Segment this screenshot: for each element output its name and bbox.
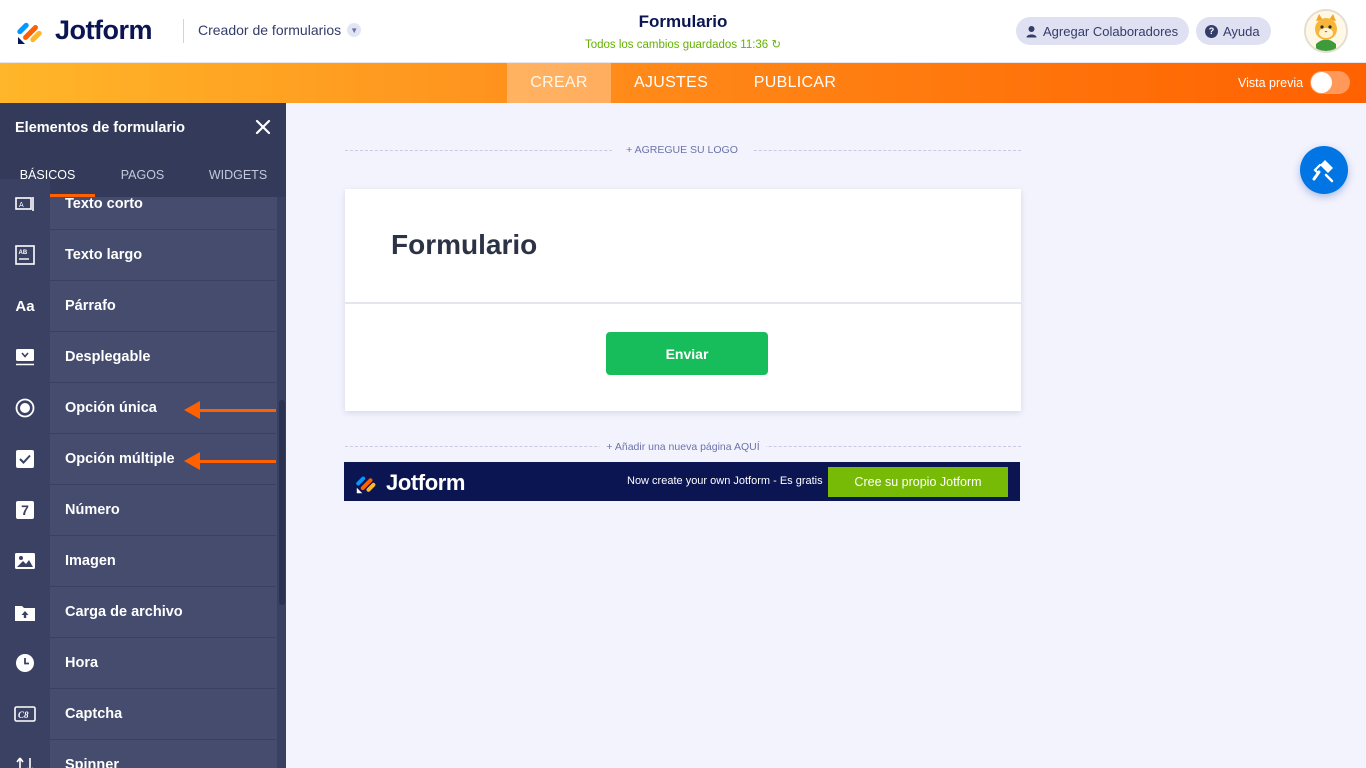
svg-text:AB: AB bbox=[19, 250, 28, 256]
panel-title: Elementos de formulario bbox=[15, 120, 186, 136]
panel-header: Elementos de formulario bbox=[0, 103, 286, 153]
element-label: Opción múltiple bbox=[65, 451, 175, 467]
banner-text: Now create your own Jotform - Es gratis bbox=[627, 475, 823, 487]
add-logo-link[interactable]: + AGREGUE SU LOGO bbox=[612, 144, 752, 156]
dropdown-icon bbox=[0, 332, 50, 382]
element-label: Número bbox=[65, 502, 120, 518]
element-paragraph[interactable]: Aa Párrafo bbox=[0, 281, 276, 332]
element-image[interactable]: Imagen bbox=[0, 536, 276, 587]
help-label: Ayuda bbox=[1223, 23, 1260, 39]
element-label: Texto corto bbox=[65, 196, 143, 212]
form-designer-button[interactable] bbox=[1300, 146, 1348, 194]
long-text-icon: AB bbox=[0, 230, 50, 280]
checkbox-icon bbox=[0, 434, 50, 484]
avatar-cat-icon bbox=[1306, 11, 1346, 51]
close-icon[interactable] bbox=[254, 118, 272, 136]
element-number[interactable]: 7 Número bbox=[0, 485, 276, 536]
paragraph-glyph: Aa bbox=[15, 297, 35, 315]
file-upload-icon bbox=[0, 587, 50, 637]
preview-label: Vista previa bbox=[1238, 76, 1304, 90]
element-dropdown[interactable]: Desplegable bbox=[0, 332, 276, 383]
user-icon bbox=[1026, 25, 1037, 37]
element-label: Opción única bbox=[65, 400, 157, 416]
form-card: Formulario Enviar bbox=[345, 189, 1021, 411]
jotform-logo-icon bbox=[356, 476, 376, 494]
banner-logo[interactable]: Jotform bbox=[356, 470, 465, 496]
tab-crear[interactable]: CREAR bbox=[507, 63, 611, 103]
submit-button[interactable]: Enviar bbox=[606, 332, 768, 375]
add-collaborators-button[interactable]: Agregar Colaboradores bbox=[1016, 17, 1190, 45]
tab-publicar[interactable]: PUBLICAR bbox=[745, 63, 845, 103]
element-label: Desplegable bbox=[65, 349, 151, 365]
paragraph-icon: Aa bbox=[0, 281, 50, 331]
number-glyph: 7 bbox=[16, 501, 34, 519]
create-jotform-button[interactable]: Cree su propio Jotform bbox=[828, 467, 1008, 497]
panel-scrollbar-thumb[interactable] bbox=[279, 400, 285, 605]
annotation-arrow-single-choice bbox=[184, 401, 276, 419]
paint-roller-icon bbox=[1312, 160, 1334, 183]
form-heading[interactable]: Formulario bbox=[391, 229, 537, 261]
jotform-banner: Jotform Now create your own Jotform - Es… bbox=[344, 462, 1020, 501]
form-elements-panel: Elementos de formulario BÁSICOS PAGOS WI… bbox=[0, 103, 286, 768]
svg-text:C8: C8 bbox=[18, 710, 29, 720]
element-long-text[interactable]: AB Texto largo bbox=[0, 230, 276, 281]
element-captcha[interactable]: C8 Captcha bbox=[0, 689, 276, 740]
banner-brand: Jotform bbox=[386, 470, 466, 495]
element-label: Texto largo bbox=[65, 247, 143, 263]
help-button[interactable]: ? Ayuda bbox=[1196, 17, 1271, 45]
spinner-icon bbox=[0, 740, 50, 768]
element-label: Hora bbox=[65, 655, 99, 671]
toggle-knob bbox=[1311, 72, 1332, 93]
image-icon bbox=[0, 536, 50, 586]
element-short-text[interactable]: A Texto corto bbox=[0, 179, 276, 230]
element-label: Imagen bbox=[65, 553, 116, 569]
tab-ajustes[interactable]: AJUSTES bbox=[626, 63, 716, 103]
captcha-icon: C8 bbox=[0, 689, 50, 739]
element-spinner[interactable]: Spinner bbox=[0, 740, 276, 768]
help-icon: ? bbox=[1205, 24, 1218, 38]
heading-divider bbox=[345, 302, 1021, 304]
avatar[interactable] bbox=[1304, 9, 1348, 53]
element-file-upload[interactable]: Carga de archivo bbox=[0, 587, 276, 638]
element-label: Spinner bbox=[65, 757, 119, 768]
add-page-link[interactable]: + Añadir una nueva página AQUÍ bbox=[600, 441, 766, 453]
main-nav: CREAR AJUSTES PUBLICAR Vista previa bbox=[0, 63, 1366, 103]
element-label: Captcha bbox=[65, 706, 123, 722]
annotation-arrow-multiple-choice bbox=[184, 452, 276, 470]
svg-text:A: A bbox=[19, 202, 24, 209]
element-label: Carga de archivo bbox=[65, 604, 183, 620]
number-icon: 7 bbox=[0, 485, 50, 535]
element-label: Párrafo bbox=[65, 298, 116, 314]
add-collaborators-label: Agregar Colaboradores bbox=[1043, 23, 1179, 39]
radio-icon bbox=[0, 383, 50, 433]
top-header: Jotform Creador de formularios ▼ Formula… bbox=[0, 0, 1366, 63]
preview-toggle[interactable] bbox=[1310, 71, 1350, 94]
element-time[interactable]: Hora bbox=[0, 638, 276, 689]
short-text-icon: A bbox=[0, 179, 50, 229]
clock-icon bbox=[0, 638, 50, 688]
